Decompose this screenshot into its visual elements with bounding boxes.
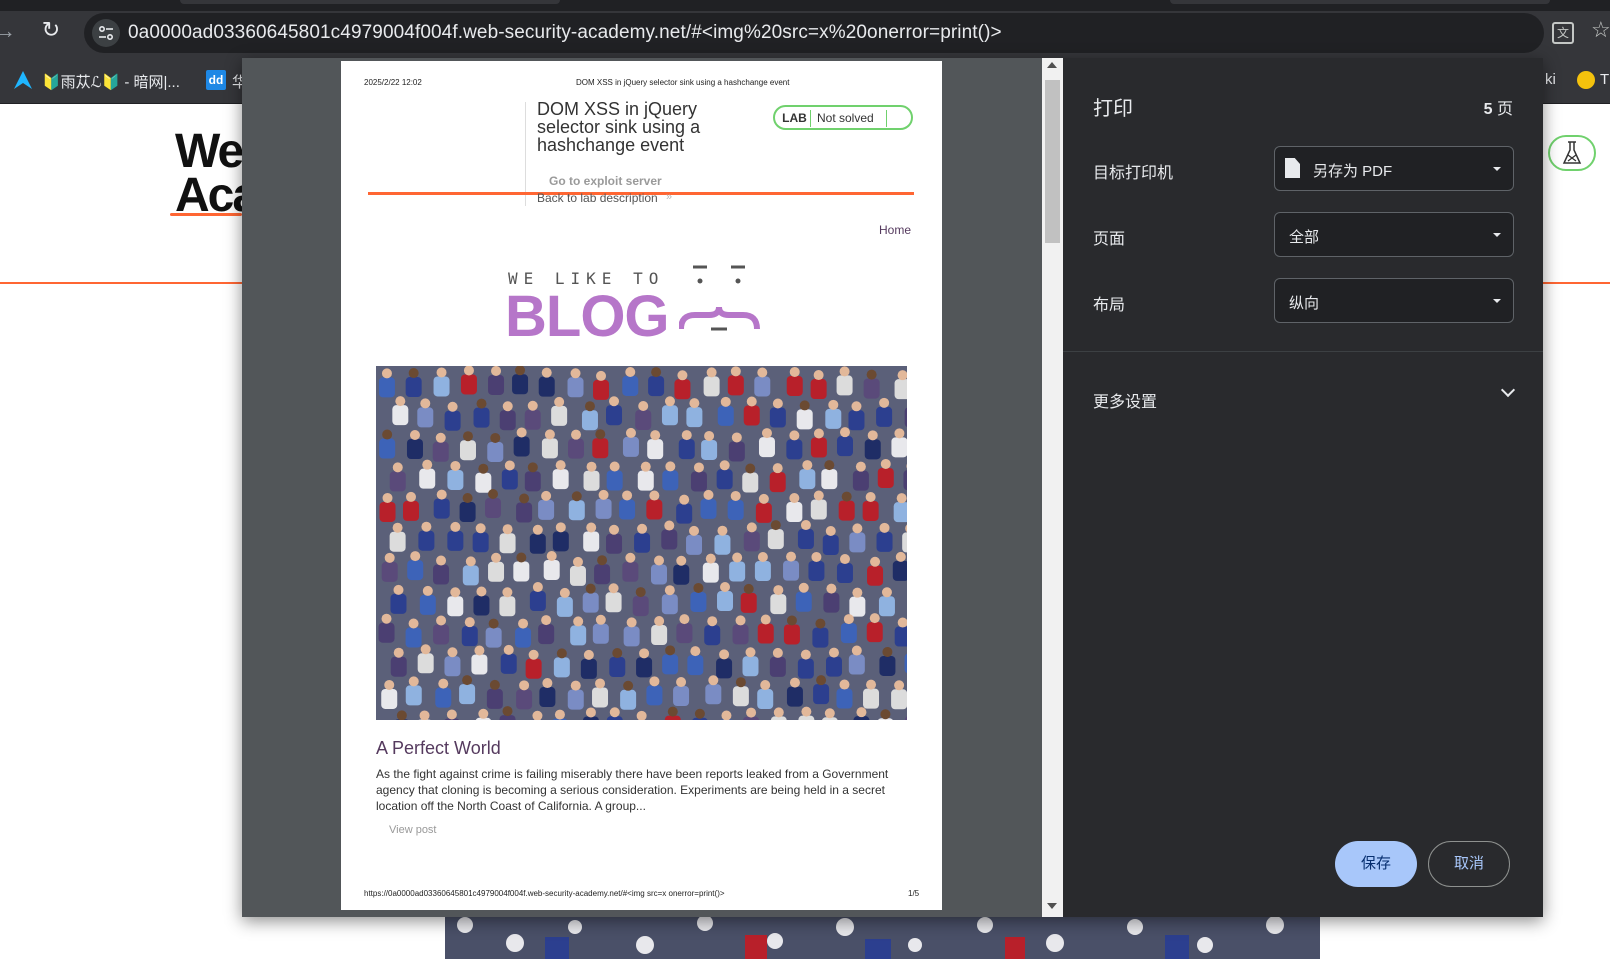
url-text[interactable]: 0a0000ad03360645801c4979004f004f.web-sec… [128, 22, 1002, 44]
page-footer-url: https://0a0000ad03360645801c4979004f004f… [364, 889, 725, 898]
forward-icon[interactable]: → [0, 20, 16, 42]
view-post-link: View post [389, 824, 437, 836]
lab-header-divider [525, 102, 526, 206]
dd-icon[interactable]: dd [206, 70, 226, 90]
settings-divider [1063, 351, 1543, 352]
destination-label: 目标打印机 [1093, 165, 1174, 182]
logo-underline [170, 213, 242, 216]
dropdown-caret-icon [1493, 299, 1501, 303]
destination-select[interactable]: 另存为 PDF [1274, 146, 1514, 191]
browser-toolbar: → ↻ 0a0000ad03360645801c4979004f004f.web… [0, 0, 1610, 58]
yellow-circle-icon[interactable] [1577, 71, 1595, 89]
print-settings-panel: 打印 5 页 目标打印机 另存为 PDF 页面 全部 布局 纵向 更多设置 保存… [1063, 58, 1543, 917]
lab-status-text: Not solved [817, 110, 887, 127]
scroll-thumb[interactable] [1045, 80, 1060, 243]
crowd-image-strip [445, 915, 1320, 959]
post-excerpt: As the fight against crime is failing mi… [376, 767, 889, 813]
scroll-up-icon[interactable] [1047, 62, 1057, 68]
layout-select[interactable]: 纵向 [1274, 278, 1514, 323]
blog-face-icon [679, 265, 760, 331]
post-title: A Perfect World [376, 738, 501, 758]
page-count: 5 页 [1483, 101, 1513, 118]
back-to-description-link: Back to lab description [537, 191, 658, 205]
print-preview-area: 2025/2/22 12:02 DOM XSS in jQuery select… [242, 58, 1042, 917]
page-header-title: DOM XSS in jQuery selector sink using a … [576, 78, 790, 87]
bookmark-star-icon[interactable]: ☆ [1591, 18, 1610, 42]
page-header-date: 2025/2/22 12:02 [364, 78, 422, 87]
tab-strip [0, 0, 1610, 11]
pages-select[interactable]: 全部 [1274, 212, 1514, 257]
chevron-down-icon[interactable] [1500, 382, 1516, 398]
dropdown-caret-icon [1493, 233, 1501, 237]
pdf-preview-page: 2025/2/22 12:02 DOM XSS in jQuery select… [341, 61, 942, 910]
home-link: Home [879, 223, 912, 237]
bookmark-item[interactable]: ki [1545, 71, 1556, 88]
address-bar[interactable]: 0a0000ad03360645801c4979004f004f.web-sec… [84, 13, 1544, 53]
bookmark-item[interactable]: T [1600, 71, 1609, 88]
pages-label: 页面 [1093, 231, 1126, 248]
scroll-down-icon[interactable] [1047, 903, 1057, 909]
save-button[interactable]: 保存 [1335, 841, 1417, 887]
layout-label: 布局 [1093, 297, 1126, 314]
lab-badge-label: LAB [779, 110, 811, 127]
tab[interactable] [1170, 0, 1550, 4]
translate-icon[interactable]: 文 [1552, 22, 1574, 44]
a-logo-icon[interactable] [12, 69, 34, 91]
lab-title: DOM XSS in jQuery selector sink using a … [537, 99, 701, 155]
lab-status-badge: LAB Not solved [773, 105, 913, 130]
cancel-button[interactable]: 取消 [1428, 841, 1510, 887]
page-footer-number: 1/5 [908, 889, 920, 898]
file-icon [1285, 158, 1300, 178]
flask-icon[interactable] [1548, 135, 1596, 171]
tab[interactable] [180, 0, 560, 4]
dropdown-caret-icon [1493, 167, 1501, 171]
bookmark-item[interactable]: 🔰雨苁ℒ🔰 - 暗网|... [42, 71, 180, 92]
more-settings-toggle[interactable]: 更多设置 [1093, 388, 1157, 412]
print-title: 打印 [1093, 98, 1133, 120]
back-link-arrow: » [666, 191, 673, 203]
print-dialog: 2025/2/22 12:02 DOM XSS in jQuery select… [242, 58, 1543, 917]
preview-scrollbar[interactable] [1042, 58, 1063, 917]
blog-logo-word: BLOG [505, 284, 670, 349]
post-image-crowd [376, 366, 907, 720]
reload-icon[interactable]: ↻ [39, 18, 63, 42]
exploit-server-link: Go to exploit server [549, 174, 662, 188]
site-info-icon[interactable] [92, 19, 120, 47]
